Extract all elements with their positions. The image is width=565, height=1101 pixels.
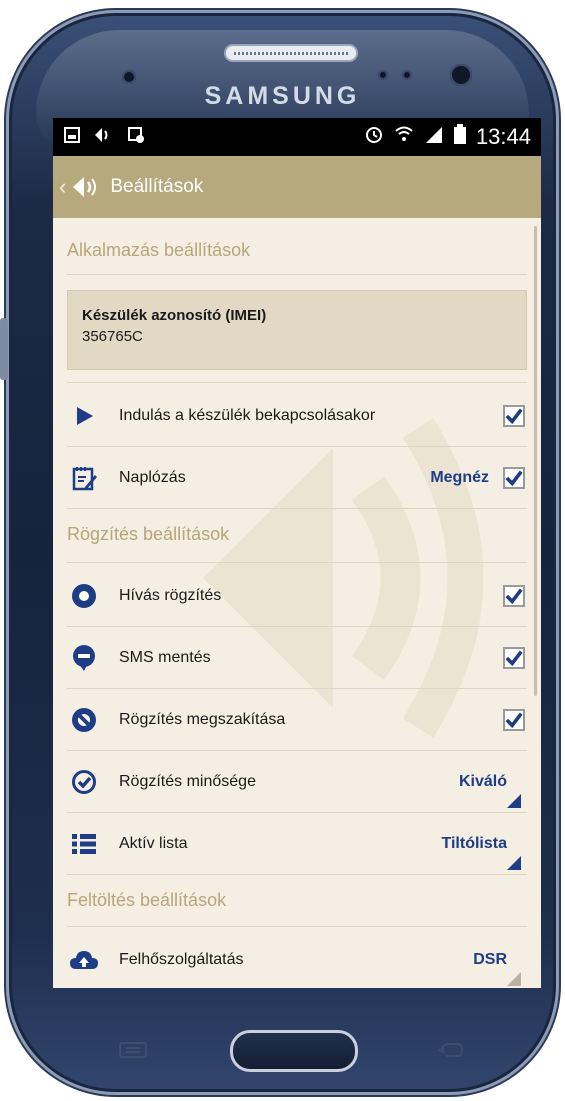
section-app-settings: Alkalmazás beállítások bbox=[67, 240, 251, 260]
battery-icon bbox=[453, 124, 466, 150]
logging-checkbox[interactable] bbox=[503, 467, 525, 489]
divider bbox=[67, 750, 527, 751]
divider bbox=[67, 562, 527, 563]
logging-view-link[interactable]: Megnéz bbox=[430, 469, 489, 487]
interrupt-icon bbox=[69, 705, 99, 735]
call-recording-row[interactable]: Hívás rögzítés bbox=[67, 566, 527, 626]
imei-info-box: Készülék azonosító (IMEI) 356765C bbox=[67, 290, 527, 370]
action-bar: ‹ Beállítások bbox=[53, 156, 541, 218]
phone-screen: 13:44 ‹ Beállítások Alkalmazás beállítás… bbox=[53, 118, 541, 988]
status-clock: 13:44 bbox=[475, 124, 531, 149]
back-chevron-icon[interactable]: ‹ bbox=[59, 174, 66, 200]
quality-row[interactable]: Rögzítés minősége Kiváló bbox=[67, 752, 527, 812]
cloud-service-row[interactable]: Felhőszolgáltatás DSR bbox=[67, 930, 527, 988]
divider bbox=[67, 874, 527, 875]
sms-bubble-icon bbox=[69, 643, 99, 673]
signal-icon bbox=[424, 124, 444, 150]
menu-key-icon[interactable] bbox=[118, 1040, 148, 1060]
dropdown-indicator-icon bbox=[507, 856, 521, 870]
earpiece-speaker bbox=[224, 44, 358, 62]
divider bbox=[67, 626, 527, 627]
volume-key[interactable] bbox=[0, 318, 8, 380]
divider bbox=[67, 926, 527, 927]
imei-value: 356765C bbox=[82, 328, 143, 345]
divider bbox=[67, 812, 527, 813]
usb-debug-icon bbox=[127, 124, 145, 150]
play-icon bbox=[69, 401, 99, 431]
logging-row[interactable]: Naplózás Megnéz bbox=[67, 448, 527, 508]
ambient-sensor bbox=[402, 70, 412, 80]
call-recording-checkbox[interactable] bbox=[503, 585, 525, 607]
interrupt-row[interactable]: Rögzítés megszakítása bbox=[67, 690, 527, 750]
page-title: Beállítások bbox=[110, 176, 204, 197]
scrollbar[interactable] bbox=[534, 226, 537, 696]
cloud-service-value[interactable]: DSR bbox=[473, 951, 507, 969]
wifi-icon bbox=[394, 124, 414, 150]
dropdown-indicator-icon bbox=[507, 794, 521, 808]
active-list-value[interactable]: Tiltólista bbox=[442, 835, 508, 853]
call-recording-label: Hívás rögzítés bbox=[119, 587, 222, 604]
settings-list[interactable]: Alkalmazás beállítások Készülék azonosít… bbox=[53, 218, 541, 988]
startup-label: Indulás a készülék bekapcsolásakor bbox=[119, 407, 376, 424]
record-circle-icon bbox=[69, 581, 99, 611]
active-list-label: Aktív lista bbox=[119, 835, 188, 852]
quality-value[interactable]: Kiváló bbox=[459, 773, 507, 791]
cloud-service-label: Felhőszolgáltatás bbox=[119, 951, 244, 968]
divider bbox=[67, 274, 527, 275]
divider bbox=[67, 446, 527, 447]
home-button[interactable] bbox=[230, 1030, 358, 1072]
check-circle-icon bbox=[69, 767, 99, 797]
section-upload-settings: Feltöltés beállítások bbox=[67, 890, 227, 910]
imei-label: Készülék azonosító (IMEI) bbox=[82, 307, 267, 324]
divider bbox=[67, 508, 527, 509]
cloud-upload-icon bbox=[69, 945, 99, 975]
sms-checkbox[interactable] bbox=[503, 647, 525, 669]
dropdown-indicator-icon bbox=[507, 972, 521, 986]
sms-row[interactable]: SMS mentés bbox=[67, 628, 527, 688]
divider bbox=[67, 382, 527, 383]
active-list-row[interactable]: Aktív lista Tiltólista bbox=[67, 814, 527, 874]
notepad-icon bbox=[69, 463, 99, 493]
app-logo-icon[interactable] bbox=[70, 174, 102, 200]
alarm-icon bbox=[364, 124, 384, 150]
divider bbox=[67, 688, 527, 689]
brand-logo: SAMSUNG bbox=[204, 82, 361, 110]
logging-label: Naplózás bbox=[119, 469, 186, 486]
interrupt-label: Rögzítés megszakítása bbox=[119, 711, 286, 728]
list-icon bbox=[69, 829, 99, 859]
startup-row[interactable]: Indulás a készülék bekapcsolásakor bbox=[67, 386, 527, 446]
app-notification-icon bbox=[93, 124, 115, 150]
screenshot-icon bbox=[63, 124, 81, 150]
sms-label: SMS mentés bbox=[119, 649, 211, 666]
interrupt-checkbox[interactable] bbox=[503, 709, 525, 731]
section-recording-settings: Rögzítés beállítások bbox=[67, 524, 230, 544]
proximity-sensor bbox=[378, 70, 388, 80]
back-key-icon[interactable] bbox=[436, 1040, 464, 1060]
quality-label: Rögzítés minősége bbox=[119, 773, 256, 790]
startup-checkbox[interactable] bbox=[503, 405, 525, 427]
status-bar: 13:44 bbox=[53, 118, 541, 156]
